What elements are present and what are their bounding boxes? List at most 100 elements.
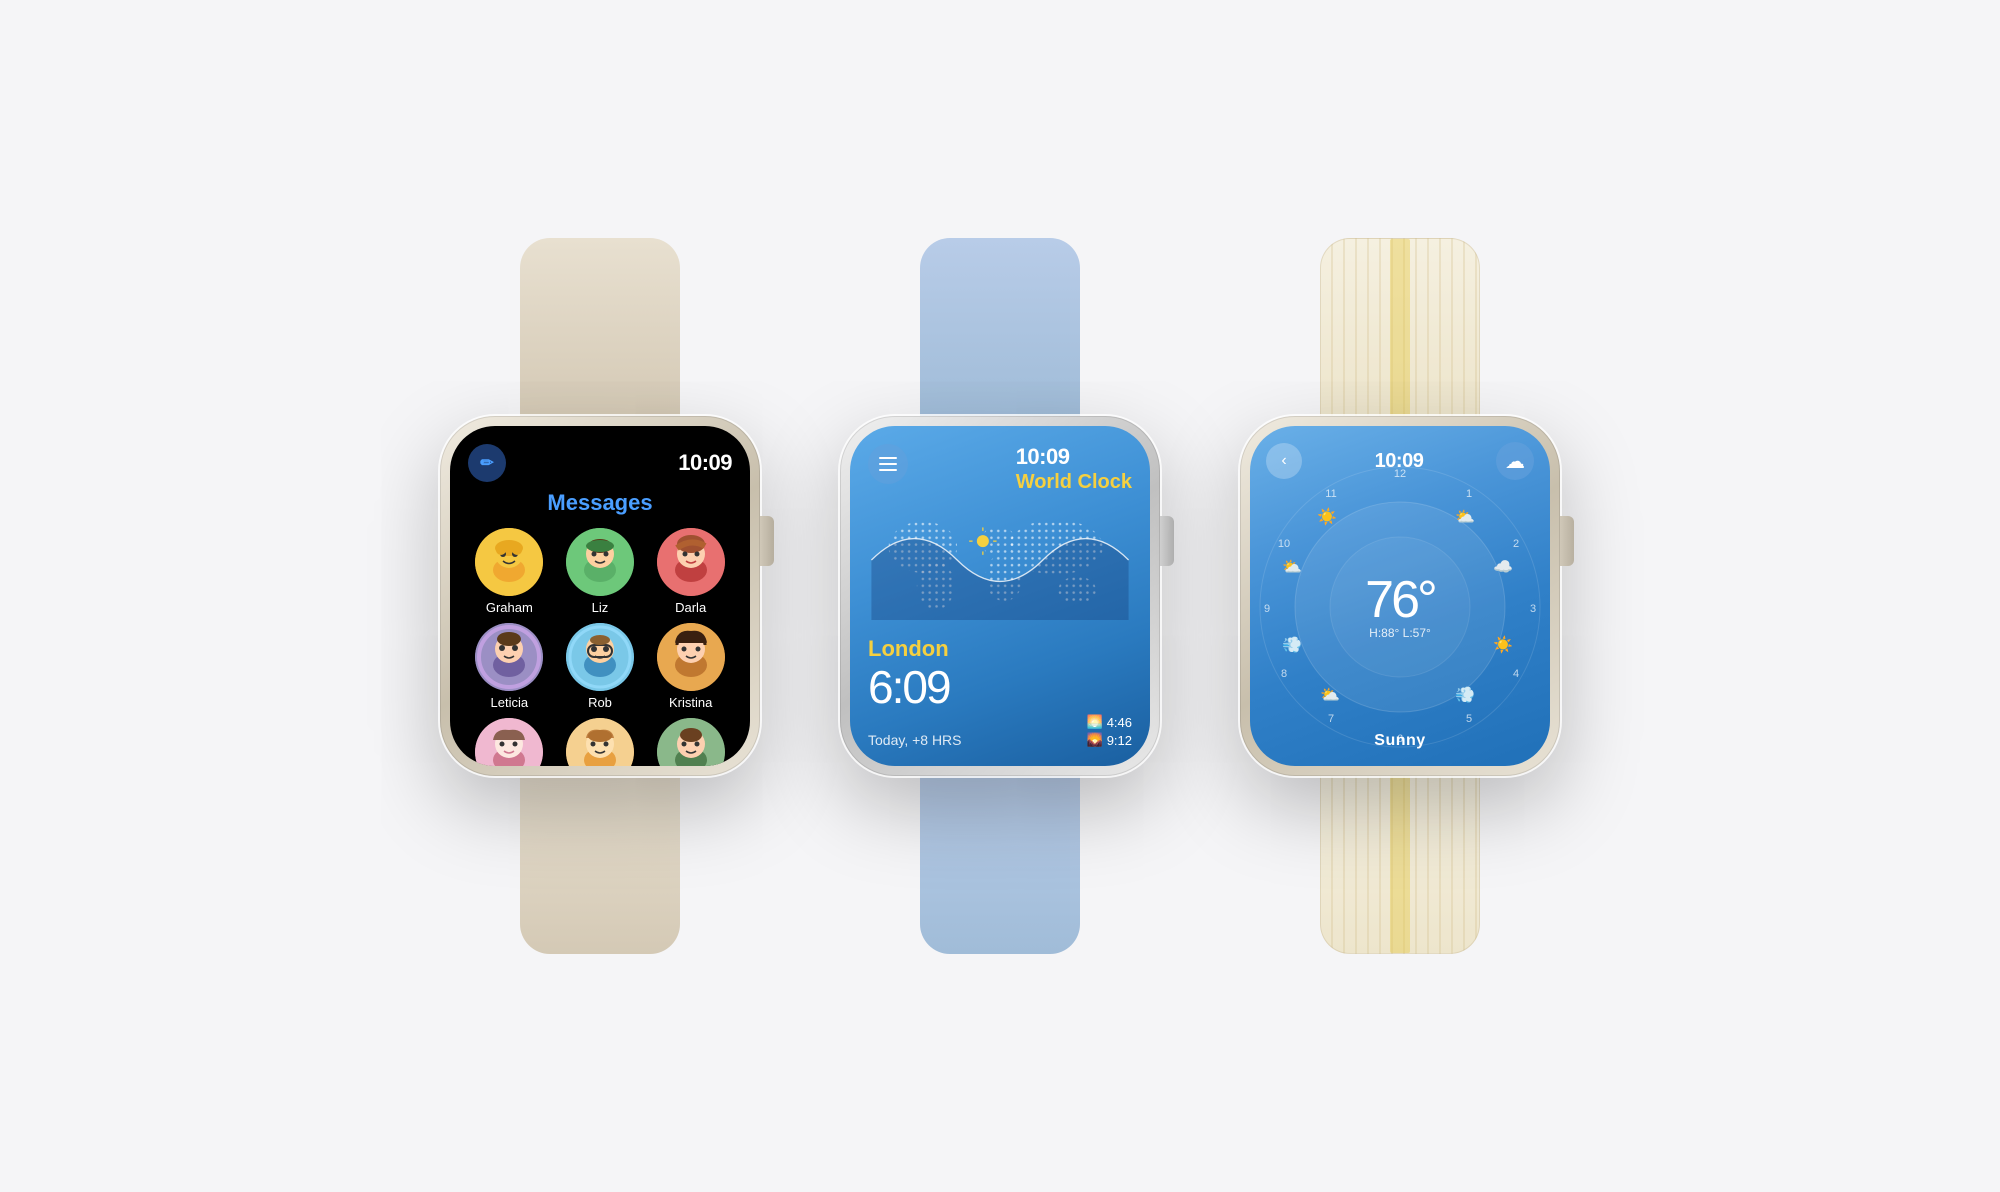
contact-name-kristina: Kristina (669, 695, 712, 710)
watch-worldclock: 10:09 World Clock (840, 238, 1160, 954)
messages-screen: ✏ 10:09 Messages (450, 426, 750, 766)
svg-text:⛅: ⛅ (1320, 687, 1340, 704)
watch3-crown (1560, 516, 1574, 566)
watch2-band-bottom (920, 774, 1080, 954)
wc-title: World Clock (1016, 470, 1132, 494)
menu-line-2 (879, 463, 897, 465)
wc-header: 10:09 World Clock (868, 444, 1132, 494)
contact-name-graham: Graham (486, 600, 533, 615)
avatar-rob (566, 623, 634, 691)
svg-text:8: 8 (1281, 668, 1287, 680)
contact-ryan[interactable]: Ryan (649, 718, 732, 766)
svg-text:☀️: ☀️ (1317, 507, 1337, 526)
watch2-case: 10:09 World Clock (840, 416, 1160, 776)
watch3-screen: ‹ 10:09 ☁ (1250, 426, 1550, 766)
wc-time: 10:09 (1016, 444, 1132, 470)
watch2-crown (1160, 516, 1174, 566)
svg-text:6: 6 (1397, 733, 1403, 745)
wc-city: London (868, 636, 1132, 662)
messages-time: 10:09 (678, 450, 732, 476)
wx-center: 76° H:88° L:57° (1365, 574, 1435, 640)
menu-line-1 (879, 457, 897, 459)
messages-header: ✏ 10:09 (468, 444, 732, 482)
sunrise-icon: 🌅 (1087, 714, 1103, 730)
contact-jenny[interactable]: Jenny (468, 718, 551, 766)
svg-text:☀️: ☀️ (1493, 635, 1513, 654)
contact-rob[interactable]: Rob (559, 623, 642, 710)
compose-icon: ✏ (480, 453, 493, 473)
watch3-band-top (1320, 238, 1480, 418)
wc-date-text: Today, +8 HRS (868, 732, 962, 748)
svg-text:☁️: ☁️ (1493, 559, 1513, 576)
svg-text:⛅: ⛅ (1455, 509, 1475, 526)
contact-brian[interactable]: Brian (559, 718, 642, 766)
contact-darla[interactable]: Darla (649, 528, 732, 615)
svg-text:3: 3 (1530, 603, 1536, 615)
svg-text:7: 7 (1328, 713, 1334, 725)
wc-sunset: 9:12 (1107, 733, 1132, 748)
messages-title: Messages (468, 490, 732, 516)
svg-text:💨: 💨 (1282, 636, 1302, 654)
watch-weather: ‹ 10:09 ☁ (1240, 238, 1560, 954)
wc-city-time: 6:09 (868, 664, 1132, 710)
world-map-svg (850, 500, 1150, 620)
avatar-jenny (475, 718, 543, 766)
svg-text:4: 4 (1513, 668, 1519, 680)
avatar-kristina (657, 623, 725, 691)
avatar-leticia (475, 623, 543, 691)
avatar-darla (657, 528, 725, 596)
wx-temperature: 76° (1365, 574, 1435, 626)
watches-container: ✏ 10:09 Messages (440, 238, 1560, 954)
watch2-band-top (920, 238, 1080, 418)
compose-button[interactable]: ✏ (468, 444, 506, 482)
contact-name-darla: Darla (675, 600, 706, 615)
svg-text:11: 11 (1325, 488, 1336, 500)
sunset-icon: 🌄 (1087, 732, 1103, 748)
watch1-band-top (520, 238, 680, 418)
watch1-body: ✏ 10:09 Messages (440, 238, 760, 954)
wc-header-right: 10:09 World Clock (1016, 444, 1132, 494)
watch1-screen: ✏ 10:09 Messages (450, 426, 750, 766)
avatar-ryan (657, 718, 725, 766)
contact-leticia[interactable]: Leticia (468, 623, 551, 710)
contact-name-rob: Rob (588, 695, 612, 710)
wc-date-info: Today, +8 HRS 🌅 4:46 🌄 9:12 (868, 714, 1132, 748)
wc-sunrise: 4:46 (1107, 715, 1132, 730)
watch1-band-bottom (520, 774, 680, 954)
contact-liz[interactable]: Liz (559, 528, 642, 615)
svg-text:2: 2 (1513, 538, 1519, 550)
svg-text:💨: 💨 (1455, 686, 1475, 704)
wx-hi-lo: H:88° L:57° (1365, 626, 1435, 640)
wc-sun-times: 🌅 4:46 🌄 9:12 (1087, 714, 1133, 748)
wc-menu-button[interactable] (868, 444, 908, 484)
contact-name-leticia: Leticia (491, 695, 529, 710)
avatar-brian (566, 718, 634, 766)
wc-bottom: London 6:09 Today, +8 HRS 🌅 4:46 (868, 636, 1132, 748)
wc-sunrise-row: 🌅 4:46 (1087, 714, 1133, 730)
avatar-graham (475, 528, 543, 596)
svg-text:5: 5 (1466, 713, 1472, 725)
svg-text:1: 1 (1466, 488, 1472, 500)
contact-kristina[interactable]: Kristina (649, 623, 732, 710)
watch1-crown (760, 516, 774, 566)
contacts-grid: Graham (468, 528, 732, 766)
wc-sunset-row: 🌄 9:12 (1087, 732, 1133, 748)
watch2-screen: 10:09 World Clock (850, 426, 1150, 766)
weather-screen: ‹ 10:09 ☁ (1250, 426, 1550, 766)
avatar-liz (566, 528, 634, 596)
watch3-band-bottom (1320, 774, 1480, 954)
wx-radial: 12 1 2 3 4 5 (1266, 486, 1534, 728)
watch-messages: ✏ 10:09 Messages (440, 238, 760, 954)
watch2-body: 10:09 World Clock (840, 238, 1160, 954)
contact-graham[interactable]: Graham (468, 528, 551, 615)
svg-text:⛅: ⛅ (1282, 559, 1302, 576)
svg-text:9: 9 (1264, 603, 1270, 615)
svg-text:10: 10 (1278, 538, 1290, 550)
wc-map (850, 500, 1150, 628)
worldclock-screen: 10:09 World Clock (850, 426, 1150, 766)
watch1-case: ✏ 10:09 Messages (440, 416, 760, 776)
menu-line-3 (879, 469, 897, 471)
svg-text:12: 12 (1394, 468, 1406, 480)
watch3-case: ‹ 10:09 ☁ (1240, 416, 1560, 776)
watch3-body: ‹ 10:09 ☁ (1240, 238, 1560, 954)
